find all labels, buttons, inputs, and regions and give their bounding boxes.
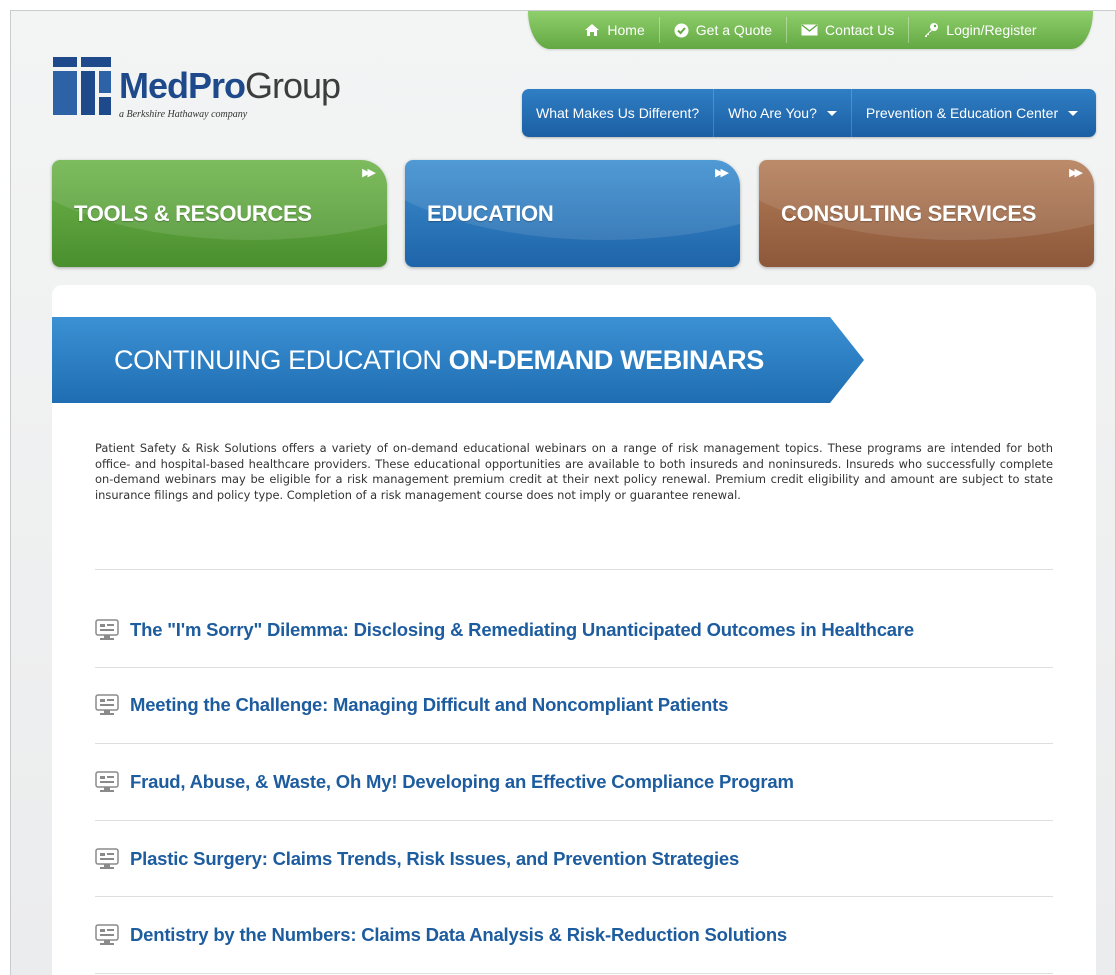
divider [95, 569, 1053, 570]
home-link[interactable]: Home [570, 17, 658, 43]
medpro-logo[interactable]: MedProGroup a Berkshire Hathaway company [53, 57, 383, 127]
chevron-down-icon [1068, 110, 1079, 116]
divider [95, 820, 1053, 821]
page-banner: CONTINUING EDUCATION ON-DEMAND WEBINARS [52, 317, 864, 403]
page-title: CONTINUING EDUCATION ON-DEMAND WEBINARS [114, 345, 764, 376]
tile-consulting-services[interactable]: ▶▶ CONSULTING SERVICES [759, 160, 1094, 267]
nav-label: Who Are You? [728, 105, 817, 121]
contact-us-label: Contact Us [825, 22, 895, 38]
main-nav: What Makes Us Different? Who Are You? Pr… [522, 89, 1096, 137]
monitor-icon [95, 848, 119, 869]
webinar-title: Meeting the Challenge: Managing Difficul… [130, 694, 729, 715]
double-arrow-icon: ▶▶ [715, 167, 729, 179]
monitor-icon [95, 924, 119, 945]
key-icon [925, 23, 939, 37]
tile-tools-resources[interactable]: ▶▶ TOOLS & RESOURCES [52, 160, 387, 267]
nav-who-are-you[interactable]: Who Are You? [713, 89, 851, 137]
content-card: CONTINUING EDUCATION ON-DEMAND WEBINARS … [52, 285, 1096, 975]
nav-label: What Makes Us Different? [536, 105, 700, 121]
home-icon [585, 24, 600, 36]
get-quote-link[interactable]: Get a Quote [658, 17, 786, 43]
webinar-link[interactable]: Plastic Surgery: Claims Trends, Risk Iss… [95, 839, 1053, 879]
medpro-logo-mark-icon [53, 57, 111, 115]
webinar-link[interactable]: Fraud, Abuse, & Waste, Oh My! Developing… [95, 762, 1053, 802]
page-title-light: CONTINUING EDUCATION [114, 345, 442, 375]
webinar-link[interactable]: The "I'm Sorry" Dilemma: Disclosing & Re… [95, 610, 1053, 650]
home-label: Home [607, 22, 645, 38]
logo-word-light: Group [245, 65, 341, 106]
intro-paragraph: Patient Safety & Risk Solutions offers a… [95, 441, 1053, 502]
nav-prevention-education-center[interactable]: Prevention & Education Center [850, 89, 1092, 137]
monitor-icon [95, 694, 119, 715]
webinar-title: Dentistry by the Numbers: Claims Data An… [130, 924, 788, 945]
login-register-link[interactable]: Login/Register [908, 17, 1050, 43]
get-quote-label: Get a Quote [695, 22, 773, 38]
webinar-title: The "I'm Sorry" Dilemma: Disclosing & Re… [130, 619, 914, 640]
double-arrow-icon: ▶▶ [1069, 167, 1083, 179]
divider [95, 896, 1053, 897]
login-register-label: Login/Register [946, 22, 1037, 38]
webinar-link[interactable]: Dentistry by the Numbers: Claims Data An… [95, 915, 1053, 955]
nav-what-makes-us-different[interactable]: What Makes Us Different? [522, 89, 713, 137]
page-frame: Home Get a Quote Contact Us Login/Regist… [10, 10, 1116, 975]
tile-gloss [52, 160, 387, 240]
divider [95, 667, 1053, 668]
monitor-icon [95, 619, 119, 640]
utility-nav: Home Get a Quote Contact Us Login/Regist… [528, 11, 1093, 49]
webinar-title: Fraud, Abuse, & Waste, Oh My! Developing… [130, 771, 794, 792]
divider [95, 743, 1053, 744]
chevron-down-icon [826, 110, 837, 116]
tile-label: EDUCATION [427, 201, 554, 226]
tile-label: CONSULTING SERVICES [781, 201, 1037, 226]
logo-wordmark: MedProGroup [119, 65, 341, 107]
logo-tagline: a Berkshire Hathaway company [119, 109, 248, 120]
page-title-bold: ON-DEMAND WEBINARS [448, 345, 765, 375]
double-arrow-icon: ▶▶ [362, 167, 376, 179]
nav-label: Prevention & Education Center [865, 105, 1059, 121]
tile-gloss [759, 160, 1094, 240]
envelope-icon [801, 24, 818, 36]
webinar-title: Plastic Surgery: Claims Trends, Risk Iss… [130, 848, 740, 869]
logo-word-bold: MedPro [119, 65, 246, 106]
contact-us-link[interactable]: Contact Us [786, 17, 908, 43]
tile-education[interactable]: ▶▶ EDUCATION [405, 160, 740, 267]
tile-gloss [405, 160, 740, 240]
check-circle-icon [674, 23, 689, 37]
webinar-link[interactable]: Meeting the Challenge: Managing Difficul… [95, 685, 1053, 725]
tile-label: TOOLS & RESOURCES [74, 201, 312, 226]
monitor-icon [95, 771, 119, 792]
